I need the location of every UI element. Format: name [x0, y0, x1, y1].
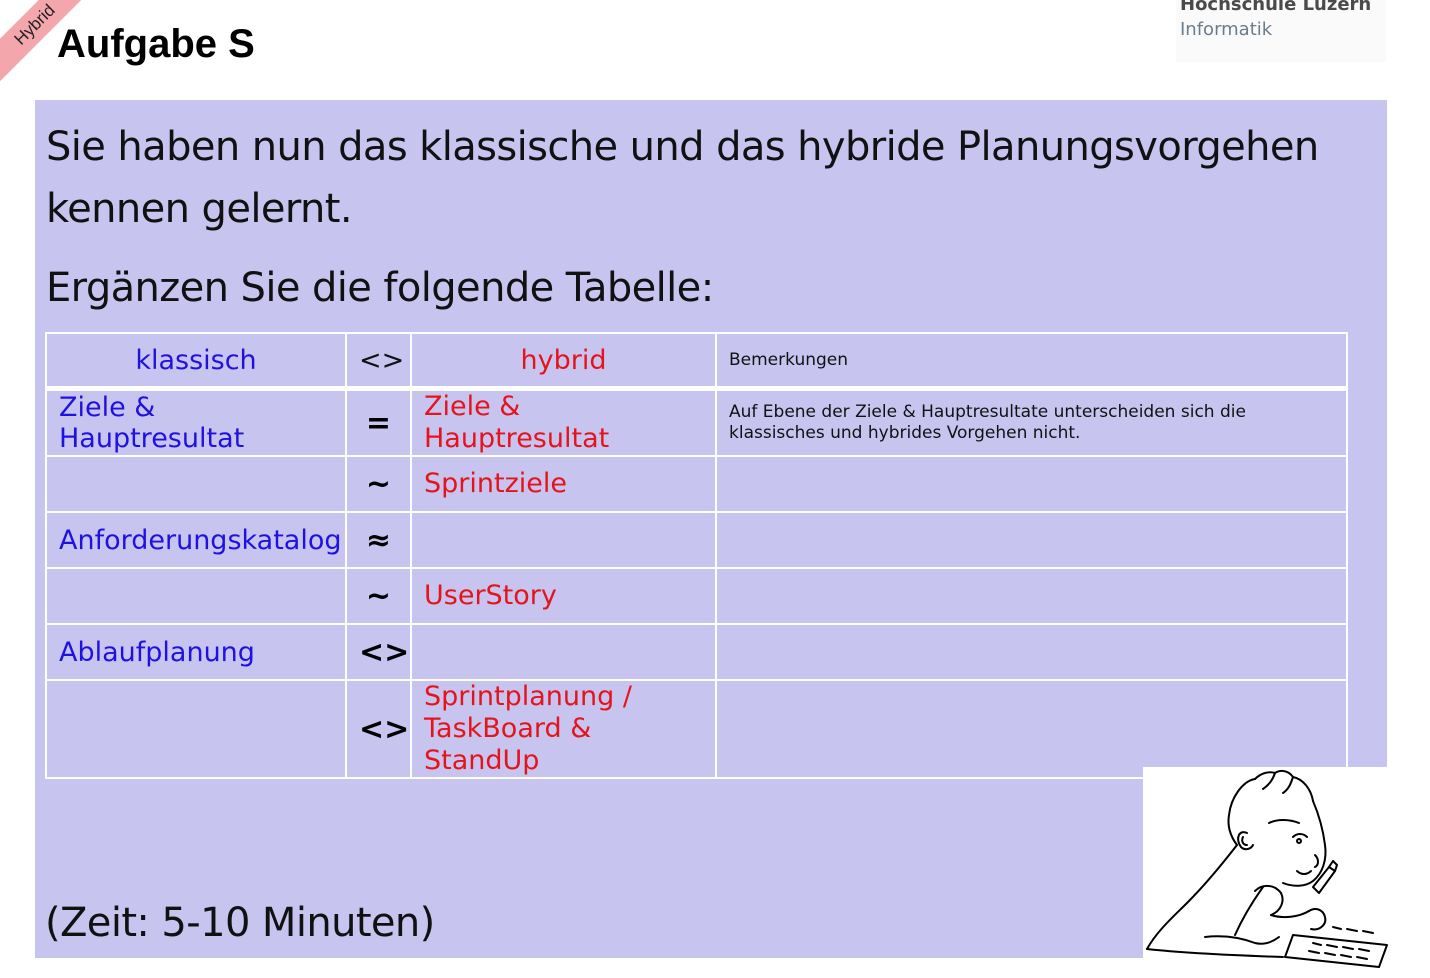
intro-text: Sie haben nun das klassische und das hyb… [46, 124, 1319, 232]
cell-klassisch [45, 455, 347, 513]
time-note: (Zeit: 5-10 Minuten) [45, 900, 435, 946]
cell-symbol: ~ [345, 455, 412, 513]
cell-remark [715, 623, 1348, 681]
header-hybrid: hybrid [410, 332, 717, 391]
ribbon-label: Hybrid [10, 0, 59, 49]
cell-remark: Auf Ebene der Ziele & Hauptresultate unt… [715, 387, 1348, 457]
cell-symbol: = [345, 387, 412, 457]
cell-symbol: ~ [345, 567, 412, 625]
table-row: ~ Sprintziele [45, 455, 1348, 513]
cell-hybrid: UserStory [410, 567, 717, 625]
table-header-row: klassisch <> hybrid Bemerkungen [45, 332, 1348, 391]
cell-remark [715, 455, 1348, 513]
cell-klassisch: Anforderungskatalog [45, 511, 347, 569]
logo-institution-name: Hochschule Luzern [1180, 0, 1372, 15]
table-row: Anforderungskatalog ≈ [45, 511, 1348, 569]
instruction-text: Ergänzen Sie die folgende Tabelle: [46, 265, 714, 311]
table-row: Ziele & Hauptresultat = Ziele & Hauptres… [45, 387, 1348, 457]
cell-klassisch: Ziele & Hauptresultat [45, 387, 347, 457]
cell-remark [715, 511, 1348, 569]
cell-hybrid [410, 623, 717, 681]
table-row: Ablaufplanung <> [45, 623, 1348, 681]
cell-symbol: ≈ [345, 511, 412, 569]
cell-hybrid: Ziele & Hauptresultat [410, 387, 717, 457]
child-writing-icon [1143, 767, 1389, 971]
header-symbol: <> [345, 332, 412, 391]
cell-hybrid [410, 511, 717, 569]
cell-hybrid: Sprintplanung / TaskBoard & StandUp [410, 679, 717, 779]
cell-symbol: <> [345, 679, 412, 779]
cell-klassisch [45, 567, 347, 625]
cell-symbol: <> [345, 623, 412, 681]
header-remarks: Bemerkungen [715, 332, 1348, 391]
cell-hybrid: Sprintziele [410, 455, 717, 513]
table-row: ~ UserStory [45, 567, 1348, 625]
cell-remark [715, 679, 1348, 779]
logo-department-name: Informatik [1180, 19, 1273, 40]
cell-remark [715, 567, 1348, 625]
cell-klassisch: Ablaufplanung [45, 623, 347, 681]
institution-logo: Hochschule Luzern Informatik [1176, 0, 1386, 62]
page-title: Aufgabe S [57, 22, 255, 66]
table-row: <> Sprintplanung / TaskBoard & StandUp [45, 679, 1348, 779]
header-klassisch: klassisch [45, 332, 347, 391]
cell-klassisch [45, 679, 347, 779]
comparison-table: klassisch <> hybrid Bemerkungen Ziele & … [45, 332, 1348, 779]
